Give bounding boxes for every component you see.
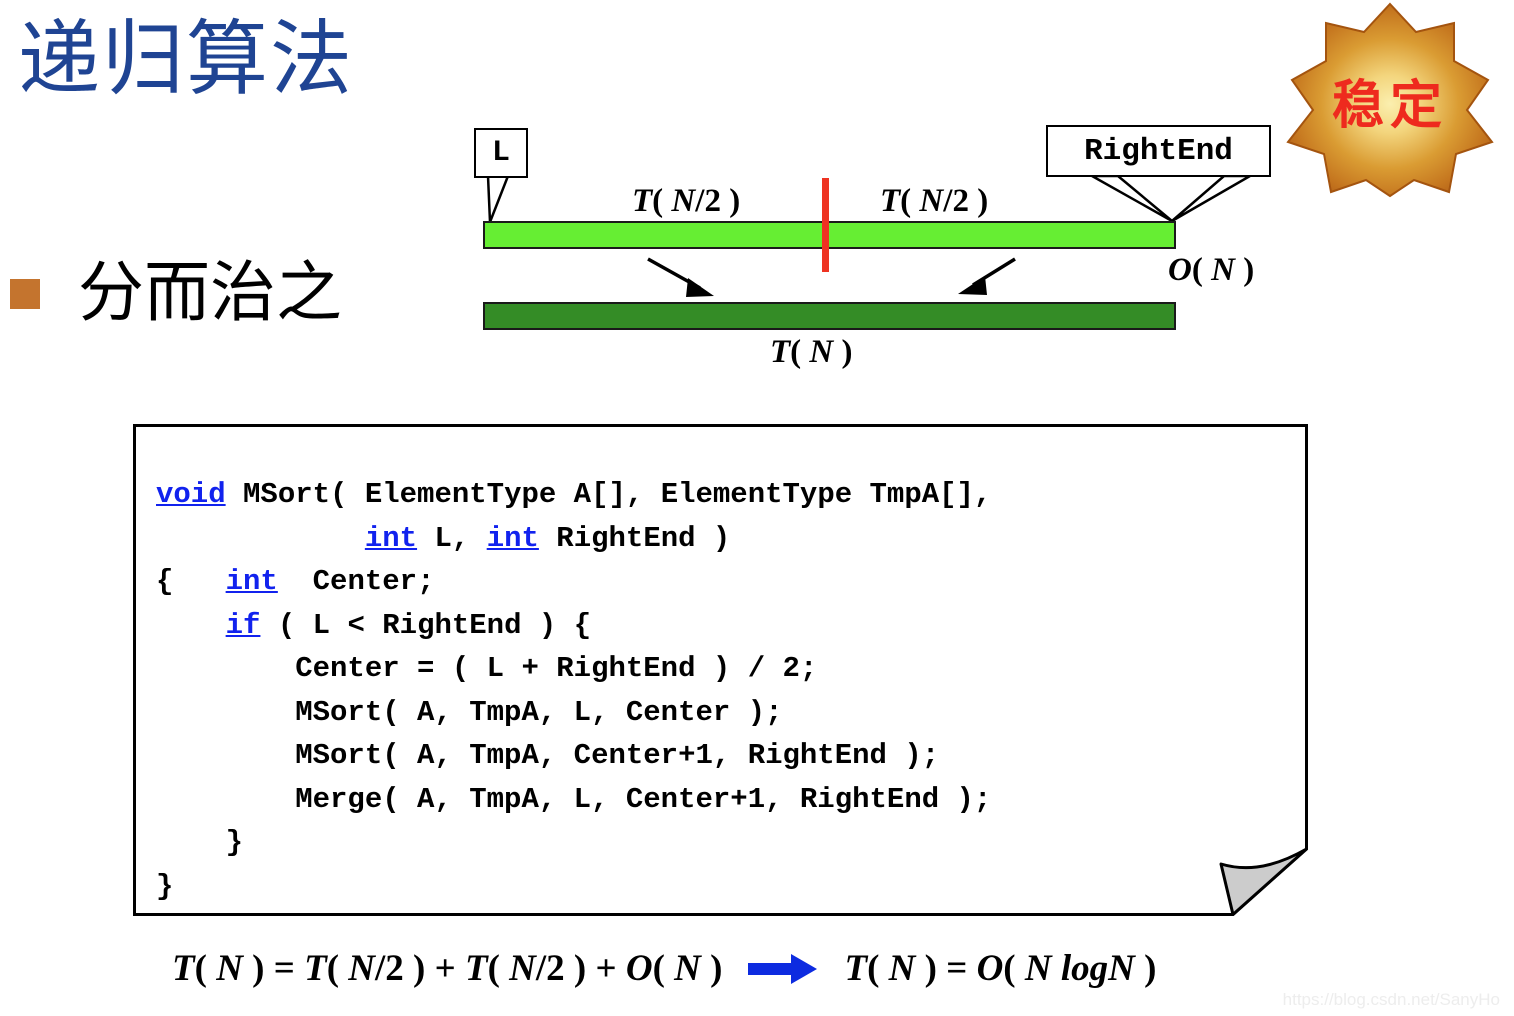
split-divider-line	[822, 178, 829, 272]
callout-tail-rightend-a	[1087, 174, 1173, 223]
label-left-half-cost: T( N/2 )	[632, 183, 741, 219]
code-block: void MSort( ElementType A[], ElementType…	[156, 478, 992, 903]
label-merge-cost: O( N )	[1168, 252, 1255, 288]
recurrence-formula: T( N ) = T( N/2 ) + T( N/2 ) + O( N ) T(…	[172, 947, 1156, 990]
slide-canvas: 递归算法 分而治之 L RightEnd T(N/2) T(N/2) O…	[0, 0, 1514, 1016]
recurrence-right: T( N ) = O( N logN )	[844, 948, 1157, 989]
recurrence-left: T( N ) = T( N/2 ) + T( N/2 ) + O( N )	[172, 948, 723, 989]
implies-arrow-icon	[748, 952, 818, 986]
merge-arrow-right	[958, 257, 1016, 295]
callout-label-l: L	[474, 128, 528, 178]
array-bar-split	[483, 221, 1176, 249]
callout-tail-l	[486, 174, 510, 223]
callout-label-rightend: RightEnd	[1046, 125, 1271, 177]
label-total-cost: T( N )	[770, 334, 853, 370]
label-right-half-cost: T( N/2 )	[880, 183, 989, 219]
array-bar-merged	[483, 302, 1176, 330]
stable-badge-starburst-icon	[1286, 2, 1494, 198]
merge-arrow-left	[647, 257, 714, 297]
watermark-text: https://blog.csdn.net/SanyHo	[1282, 990, 1500, 1009]
callout-tail-rightend-b	[1171, 174, 1255, 223]
